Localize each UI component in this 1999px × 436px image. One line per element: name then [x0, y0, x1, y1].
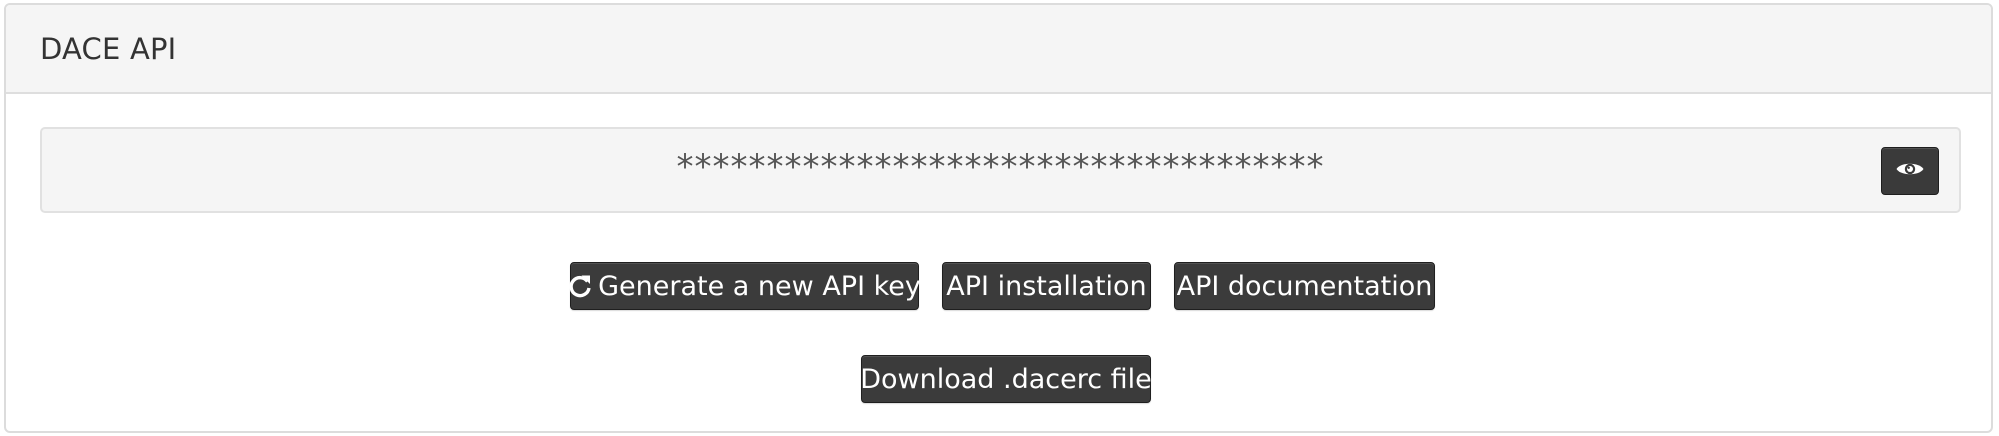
download-dacerc-button[interactable]: Download .dacerc file — [860, 355, 1152, 403]
panel-title: DACE API — [40, 31, 177, 66]
api-key-display: ************************************ — [40, 127, 1961, 213]
reveal-key-button[interactable] — [1881, 147, 1939, 195]
api-installation-button[interactable]: API installation — [942, 262, 1151, 310]
api-key-masked-value: ************************************ — [676, 147, 1325, 187]
api-documentation-label: API documentation — [1176, 270, 1433, 302]
dace-api-panel: DACE API *******************************… — [4, 3, 1993, 433]
api-documentation-button[interactable]: API documentation — [1174, 262, 1435, 310]
generate-api-key-button[interactable]: Generate a new API key — [568, 262, 921, 310]
panel-heading: DACE API — [6, 5, 1991, 94]
eye-icon — [1895, 159, 1925, 183]
refresh-icon — [568, 273, 592, 299]
api-installation-label: API installation — [946, 270, 1147, 302]
generate-api-key-label: Generate a new API key — [598, 270, 921, 302]
download-dacerc-label: Download .dacerc file — [860, 363, 1152, 395]
